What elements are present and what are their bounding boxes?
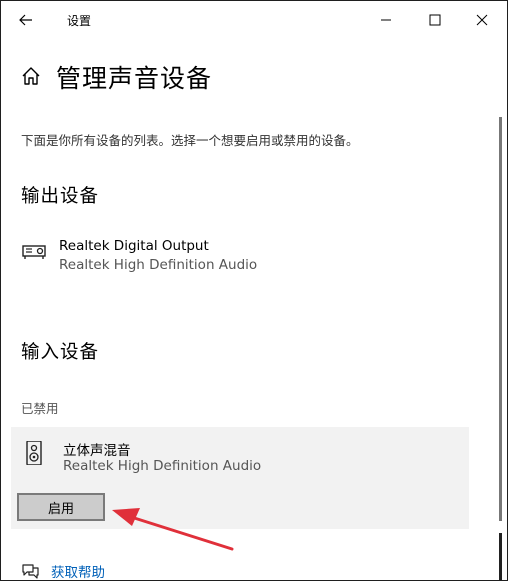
close-button[interactable] bbox=[459, 5, 505, 35]
speaker-icon bbox=[26, 441, 42, 465]
disabled-label: 已禁用 bbox=[21, 401, 59, 416]
page-description: 下面是你所有设备的列表。选择一个想要启用或禁用的设备。 bbox=[21, 133, 359, 148]
speaker-box-icon bbox=[22, 245, 46, 259]
device-driver: Realtek High Definition Audio bbox=[63, 458, 262, 474]
title-bar: 设置 bbox=[1, 1, 507, 38]
input-device-item[interactable]: 立体声混音 Realtek High Definition Audio bbox=[25, 439, 465, 479]
home-button[interactable] bbox=[20, 65, 44, 89]
close-icon bbox=[476, 14, 488, 26]
device-name: Realtek Digital Output bbox=[59, 238, 209, 254]
page-title: 管理声音设备 bbox=[56, 64, 213, 93]
settings-window: 设置 管理声音设备 下面是你所有设备的列表。选择一个想要启用或禁用的设备。 输出… bbox=[0, 0, 508, 581]
window-title: 设置 bbox=[67, 14, 92, 28]
get-help-link[interactable]: 获取帮助 bbox=[21, 561, 105, 581]
scrollbar-thumb[interactable] bbox=[499, 117, 502, 521]
minimize-button[interactable] bbox=[363, 5, 409, 35]
disabled-device-panel[interactable]: 立体声混音 Realtek High Definition Audio 启用 bbox=[11, 427, 469, 529]
back-button[interactable] bbox=[11, 7, 41, 33]
device-name: 立体声混音 bbox=[63, 443, 131, 459]
back-arrow-icon bbox=[19, 14, 32, 26]
output-device-item[interactable]: Realtek Digital Output Realtek High Defi… bbox=[21, 238, 461, 278]
enable-button[interactable]: 启用 bbox=[17, 493, 105, 521]
maximize-button[interactable] bbox=[412, 5, 458, 35]
output-devices-heading: 输出设备 bbox=[21, 186, 100, 207]
get-help-label: 获取帮助 bbox=[51, 565, 105, 581]
input-devices-heading: 输入设备 bbox=[21, 342, 100, 363]
maximize-icon bbox=[429, 14, 441, 26]
device-driver: Realtek High Definition Audio bbox=[59, 257, 258, 273]
help-chat-icon bbox=[22, 564, 39, 579]
minimize-icon bbox=[381, 19, 391, 21]
home-icon bbox=[22, 67, 40, 85]
scrollbar-track-end[interactable] bbox=[499, 533, 502, 580]
